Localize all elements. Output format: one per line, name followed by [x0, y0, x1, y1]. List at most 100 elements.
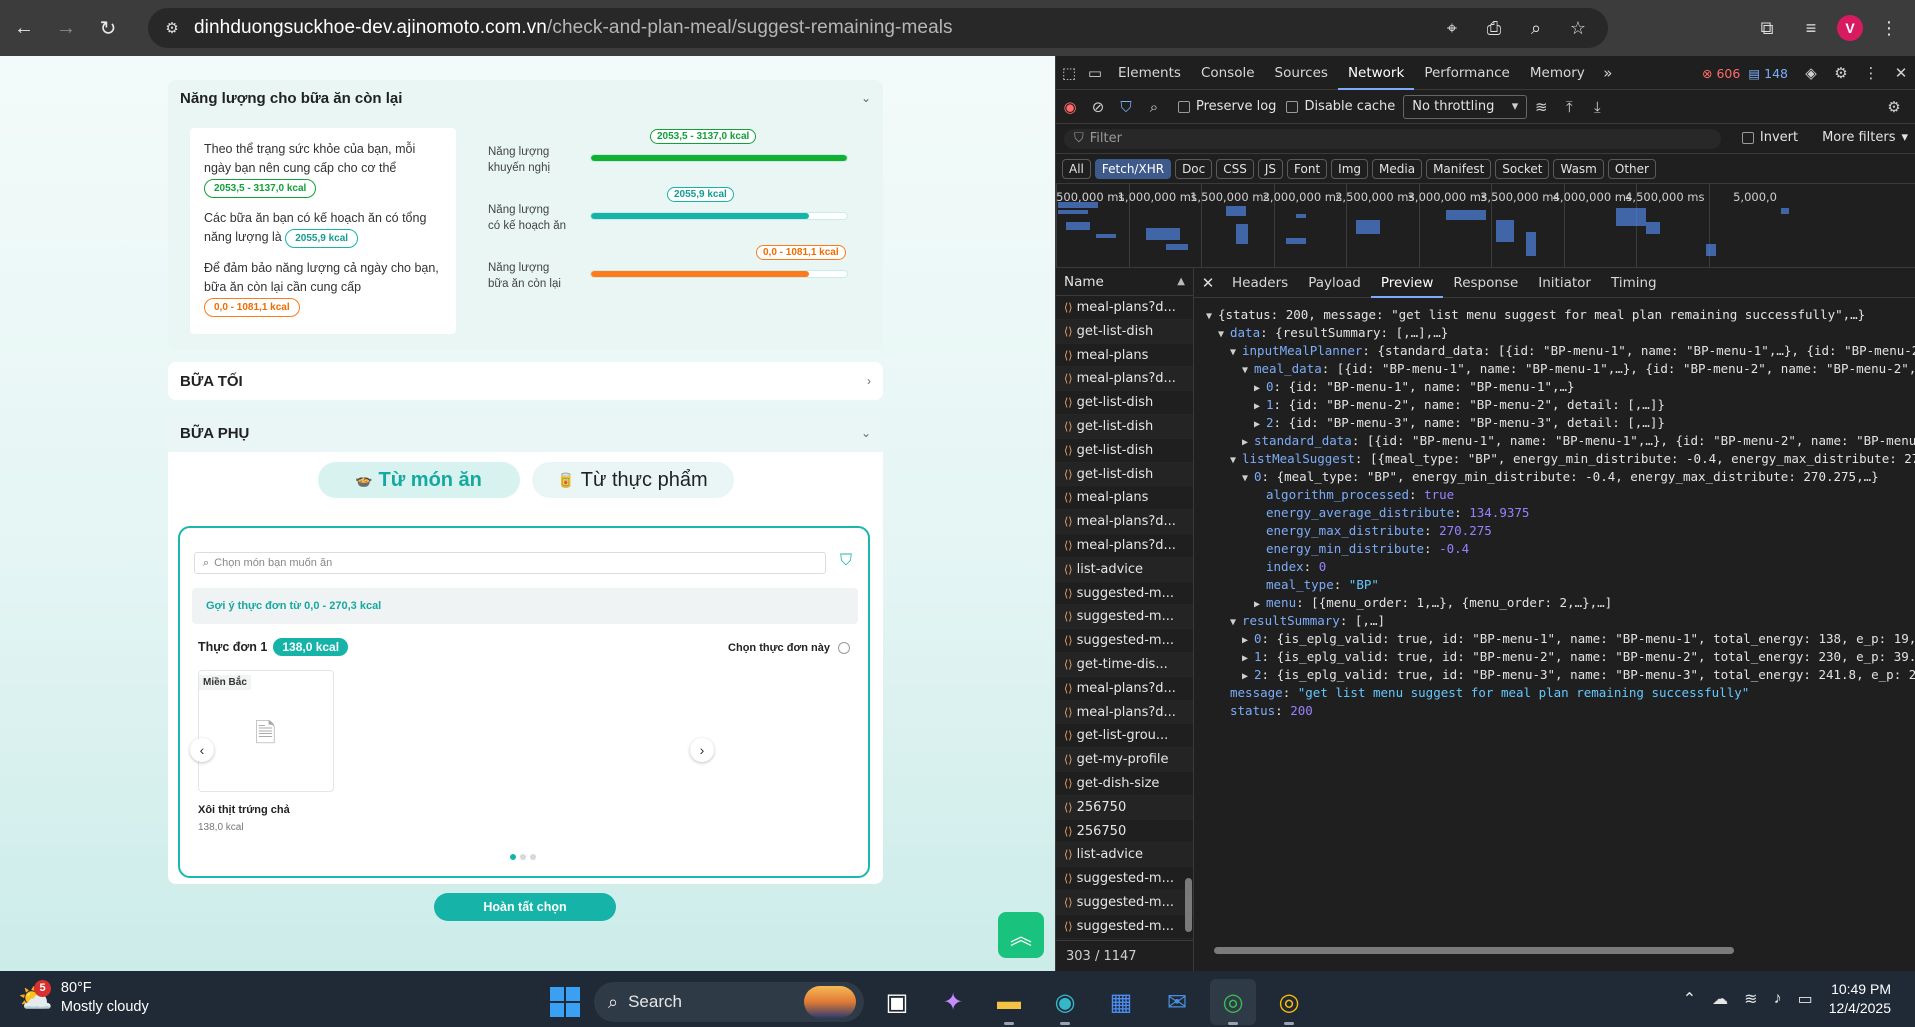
request-row[interactable]: ⟨⟩ meal-plans?d... [1056, 534, 1193, 558]
back-button[interactable]: ← [6, 10, 42, 46]
preview-horizontal-scrollbar[interactable] [1202, 944, 1908, 956]
json-line[interactable]: ▶ 2: {id: "BP-menu-3", name: "BP-menu-3",… [1194, 414, 1915, 432]
request-row[interactable]: ⟨⟩ get-list-dish [1056, 462, 1193, 487]
more-tabs-icon[interactable]: » [1595, 64, 1621, 82]
request-row[interactable]: ⟨⟩ suggested-m... [1056, 867, 1193, 891]
pick-menu-radio[interactable] [838, 642, 850, 654]
pick-menu-option[interactable]: Chọn thực đơn này [728, 642, 850, 654]
system-clock[interactable]: 10:49 PM 12/4/2025 [1829, 980, 1891, 1018]
request-row[interactable]: ⟨⟩ meal-plans?d... [1056, 367, 1193, 392]
carousel-dot[interactable] [530, 854, 536, 860]
tab-from-dish[interactable]: 🍲 Từ món ăn [317, 462, 520, 498]
chip-manifest[interactable]: Manifest [1426, 158, 1492, 179]
json-line[interactable]: ▼ {status: 200, message: "get list menu s… [1194, 306, 1915, 324]
inspect-element-icon[interactable]: ⬚ [1056, 64, 1082, 82]
chevron-down-icon[interactable]: ⌄ [861, 426, 871, 440]
chevron-up-icon[interactable]: ⌃ [1683, 989, 1696, 1009]
ai-assistance-icon[interactable]: ◈ [1796, 64, 1826, 82]
file-explorer-icon[interactable]: ▬ [986, 979, 1032, 1025]
filter-input[interactable]: ⛉ Filter [1064, 128, 1721, 149]
json-line[interactable]: ▼ resultSummary: [,…] [1194, 612, 1915, 630]
chrome-icon[interactable]: ◎ [1210, 979, 1256, 1025]
carousel-dot[interactable] [510, 854, 516, 860]
cloud-offline-icon[interactable]: ☁ [1712, 989, 1728, 1009]
finish-selection-button[interactable]: Hoàn tất chọn [434, 893, 616, 921]
tab-elements[interactable]: Elements [1108, 56, 1191, 90]
weather-widget[interactable]: ⛅ 5 80°F Mostly cloudy [18, 979, 149, 1017]
taskbar-search[interactable]: ⌕ Search [594, 982, 864, 1022]
store-icon[interactable]: ▦ [1098, 979, 1144, 1025]
request-row[interactable]: ⟨⟩ get-list-dish [1056, 439, 1193, 463]
edge-icon[interactable]: ◉ [1042, 979, 1088, 1025]
profile-avatar[interactable]: V [1837, 15, 1863, 41]
carousel-prev-button[interactable]: ‹ [190, 738, 214, 762]
dinner-panel-header[interactable]: BỮA TỐI › [168, 362, 883, 400]
request-row[interactable]: ⟨⟩ list-advice [1056, 557, 1193, 582]
request-row[interactable]: ⟨⟩ meal-plans [1056, 344, 1193, 368]
chip-wasm[interactable]: Wasm [1553, 158, 1604, 179]
more-filters-dropdown[interactable]: More filters [1822, 130, 1895, 145]
tab-response[interactable]: Response [1443, 268, 1528, 298]
error-count[interactable]: ⊗ 606 [1702, 66, 1740, 81]
wifi-icon[interactable]: ≋ [1744, 989, 1757, 1009]
json-line[interactable]: ▼ inputMealPlanner: {standard_data: [{id:… [1194, 342, 1915, 360]
request-row[interactable]: ⟨⟩ suggested-m... [1056, 605, 1193, 630]
request-row[interactable]: ⟨⟩ suggested-m... [1056, 890, 1193, 915]
json-line[interactable]: ▶ 0: {is_eplg_valid: true, id: "BP-menu-1… [1194, 630, 1915, 648]
chevron-right-icon[interactable]: › [867, 374, 871, 388]
request-row[interactable]: ⟨⟩ get-time-dis... [1056, 652, 1193, 677]
dish-card[interactable]: Miền Bắc 🗎 [198, 670, 334, 792]
request-row[interactable]: ⟨⟩ 256750 [1056, 820, 1193, 844]
json-line[interactable]: ▶ menu: [{menu_order: 1,…}, {menu_order: … [1194, 594, 1915, 612]
expand-down-icon[interactable]: ▼ [1242, 470, 1254, 488]
search-icon[interactable]: ⌕ [1140, 98, 1168, 116]
media-controls-icon[interactable]: ≡ [1793, 10, 1829, 46]
location-icon[interactable]: ⌖ [1434, 10, 1470, 46]
reload-button[interactable]: ↻ [90, 10, 126, 46]
expand-down-icon[interactable]: ▼ [1230, 614, 1242, 632]
issue-count[interactable]: ▤ 148 [1748, 66, 1788, 81]
forward-button[interactable]: → [48, 10, 84, 46]
energy-panel-header[interactable]: Năng lượng cho bữa ăn còn lại ⌄ [168, 80, 883, 116]
chip-socket[interactable]: Socket [1495, 158, 1550, 179]
chip-fetch-xhr[interactable]: Fetch/XHR [1094, 158, 1172, 179]
invert-checkbox[interactable] [1741, 131, 1754, 144]
request-row[interactable]: ⟨⟩ 256750 [1056, 795, 1193, 820]
json-line[interactable]: ▶ 2: {is_eplg_valid: true, id: "BP-menu-3… [1194, 666, 1915, 684]
expand-down-icon[interactable]: ▼ [1218, 326, 1230, 344]
chip-media[interactable]: Media [1372, 158, 1423, 179]
tab-performance[interactable]: Performance [1414, 56, 1520, 90]
request-list-scrollbar[interactable] [1183, 298, 1193, 938]
request-row[interactable]: ⟨⟩ suggested-m... [1056, 629, 1193, 653]
chip-other[interactable]: Other [1607, 158, 1656, 179]
export-har-icon[interactable]: ⤓ [1583, 98, 1611, 116]
disable-cache-checkbox[interactable] [1286, 100, 1299, 113]
filter-funnel-icon[interactable]: ⛉ [1112, 98, 1140, 116]
request-row[interactable]: ⟨⟩ get-dish-size [1056, 772, 1193, 796]
copilot-icon[interactable]: ✦ [930, 979, 976, 1025]
json-line[interactable]: ▼ listMealSuggest: [{meal_type: "BP", ene… [1194, 450, 1915, 468]
speaker-icon[interactable]: ♪ [1774, 990, 1782, 1008]
chevron-down-icon[interactable]: ⌄ [861, 91, 871, 105]
chip-font[interactable]: Font [1287, 158, 1328, 179]
device-toolbar-icon[interactable]: ▭ [1082, 64, 1108, 82]
request-row[interactable]: ⟨⟩ suggested-m... [1056, 915, 1193, 939]
settings-gear-icon[interactable]: ⚙ [1826, 64, 1856, 82]
bookmark-star-icon[interactable]: ☆ [1560, 10, 1596, 46]
import-har-icon[interactable]: ⤒ [1555, 98, 1583, 116]
json-line[interactable]: ▶ 1: {id: "BP-menu-2", name: "BP-menu-2",… [1194, 396, 1915, 414]
dinner-panel[interactable]: BỮA TỐI › [168, 362, 883, 400]
expand-down-icon[interactable]: ▼ [1242, 362, 1254, 380]
outlook-icon[interactable]: ✉ [1154, 979, 1200, 1025]
scroll-to-top-button[interactable]: ︽ [998, 912, 1044, 958]
record-icon[interactable]: ◉ [1056, 98, 1084, 116]
request-row[interactable]: ⟨⟩ get-my-profile [1056, 748, 1193, 772]
json-line[interactable]: ▼ meal_data: [{id: "BP-menu-1", name: "BP… [1194, 360, 1915, 378]
chrome-profile-icon[interactable]: ◎ [1266, 979, 1312, 1025]
tab-memory[interactable]: Memory [1520, 56, 1595, 90]
clear-icon[interactable]: ⊘ [1084, 98, 1112, 116]
network-overview-timeline[interactable]: 500,000 ms 1,000,000 ms 1,500,000 ms 2,000,… [1056, 184, 1915, 268]
tab-from-food[interactable]: 🥫 Từ thực phẩm [531, 462, 734, 498]
close-icon[interactable]: ✕ [1194, 274, 1222, 292]
extensions-icon[interactable]: ⧉ [1749, 10, 1785, 46]
